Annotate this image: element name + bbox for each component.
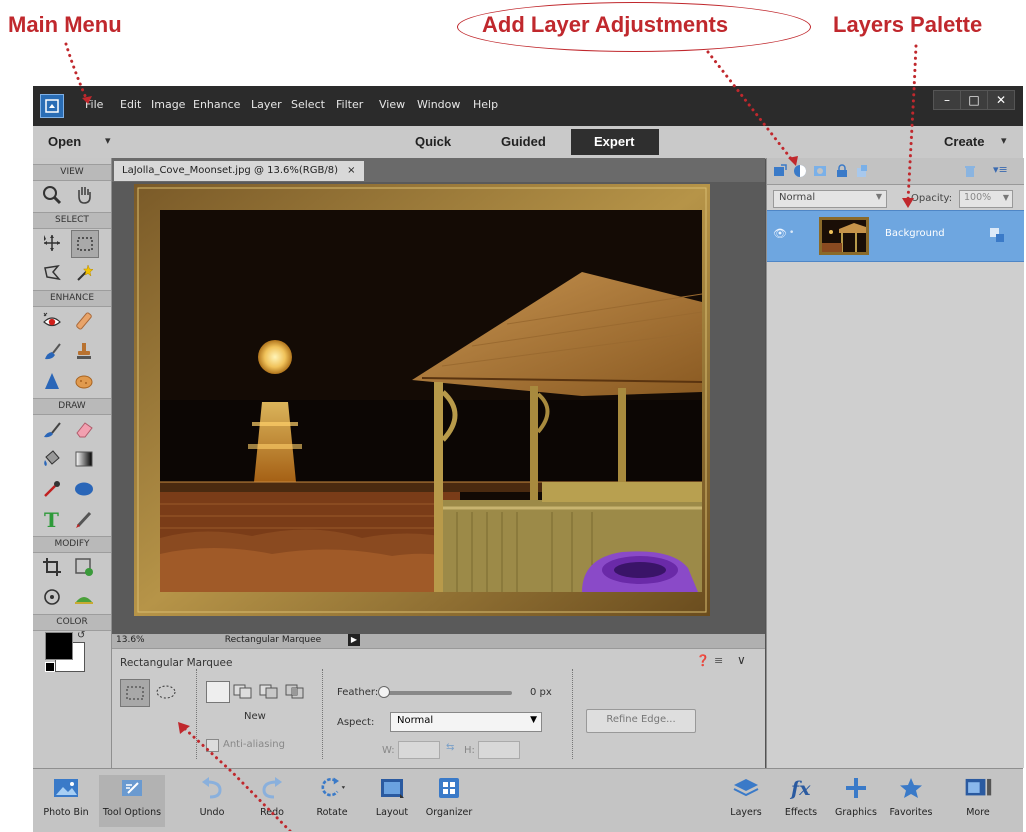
callout-leaders — [64, 42, 918, 831]
leader-tool-options-arrowhead — [178, 722, 190, 734]
leader-add-layer-adjustments — [706, 50, 794, 162]
leader-layers-palette — [906, 44, 918, 202]
leader-tool-options — [182, 726, 292, 831]
leader-layers-palette-arrowhead — [902, 198, 914, 208]
leader-main-menu — [64, 42, 88, 100]
leader-main-menu-arrowhead — [82, 96, 92, 104]
